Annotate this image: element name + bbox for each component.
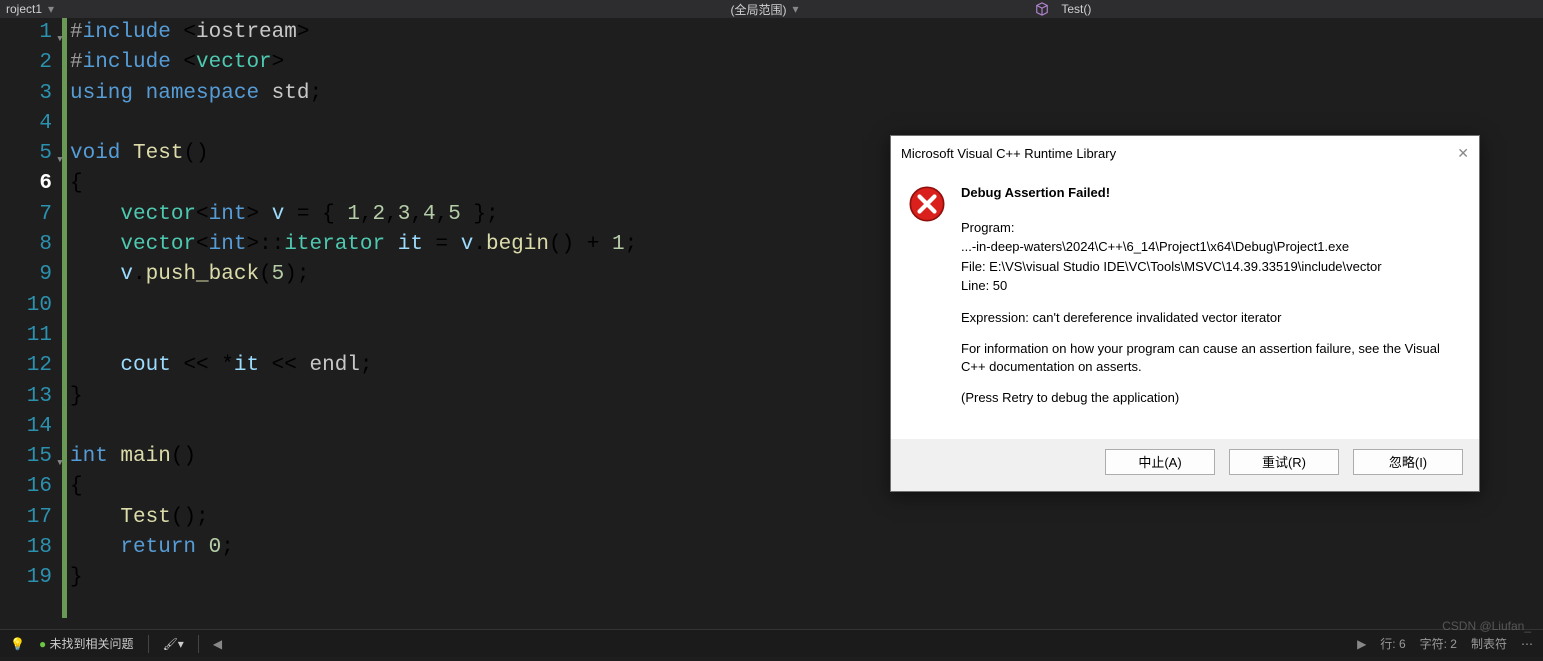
close-icon[interactable]: ✕ [1457,145,1469,162]
chevron-down-icon[interactable]: ▾ [48,2,54,16]
line-number: 2 [0,48,52,78]
indent-mode[interactable]: 制表符 [1471,635,1507,652]
line-number: 5 [0,139,52,169]
error-icon [907,184,947,224]
fold-icon[interactable]: ▾ [56,145,64,175]
dialog-button-row: 中止(A) 重试(R) 忽略(I) [891,439,1479,491]
scroll-right-icon[interactable]: ▶ [1357,637,1366,651]
code-line[interactable]: #include <vector> [70,48,1543,78]
line-number: 14 [0,412,52,442]
fold-icon[interactable]: ▾ [56,24,64,54]
line-number: 9 [0,260,52,290]
issues-status[interactable]: 未找到相关问题 [50,637,134,651]
status-bar: 💡 ● 未找到相关问题 🖌▾ ◀ ▶ 行: 6 字符: 2 制表符 ⋯ [0,629,1543,657]
dialog-body-text: Debug Assertion Failed! Program: ...-in-… [961,184,1463,421]
line-number: 15 [0,442,52,472]
separator [198,635,199,653]
code-line[interactable]: Test(); [70,503,1543,533]
line-number: 11 [0,321,52,351]
line-number: 8 [0,230,52,260]
project-dropdown[interactable]: roject1 [6,2,42,16]
line-number: 16 [0,472,52,502]
fold-icon[interactable]: ▾ [56,448,64,478]
code-line[interactable]: using namespace std; [70,79,1543,109]
line-number: 10 [0,291,52,321]
scope-dropdown[interactable]: (全局范围) [730,1,786,18]
code-line[interactable]: return 0; [70,533,1543,563]
check-icon: ● [39,637,46,651]
chevron-down-icon[interactable]: ▾ [792,2,798,16]
scroll-left-icon[interactable]: ◀ [213,637,222,651]
line-number: 1 [0,18,52,48]
brush-icon[interactable]: 🖌▾ [163,637,184,651]
more-icon[interactable]: ⋯ [1521,637,1533,651]
code-line[interactable]: #include <iostream>▾ [70,18,1543,48]
runtime-error-dialog: Microsoft Visual C++ Runtime Library ✕ D… [890,135,1480,492]
line-number-gutter: 12345678910111213141516171819 [0,18,62,618]
retry-button[interactable]: 重试(R) [1229,449,1339,475]
line-number: 7 [0,200,52,230]
dialog-title-text: Microsoft Visual C++ Runtime Library [901,146,1116,161]
scope-bar: roject1 ▾ (全局范围) ▾ Test() [0,0,1543,18]
line-number: 4 [0,109,52,139]
line-number: 18 [0,533,52,563]
line-number: 6 [0,169,52,199]
line-number: 12 [0,351,52,381]
lightbulb-icon[interactable]: 💡 [10,637,25,651]
symbol-dropdown[interactable]: Test() [1061,2,1091,16]
cursor-col: 字符: 2 [1420,635,1457,652]
line-number: 17 [0,503,52,533]
separator [148,635,149,653]
watermark: CSDN @Liufan_ [1442,619,1531,633]
change-indicator [62,18,70,618]
ignore-button[interactable]: 忽略(I) [1353,449,1463,475]
method-icon [1035,2,1049,16]
line-number: 19 [0,563,52,593]
cursor-line: 行: 6 [1380,635,1405,652]
dialog-titlebar[interactable]: Microsoft Visual C++ Runtime Library ✕ [891,136,1479,170]
line-number: 3 [0,79,52,109]
line-number: 13 [0,382,52,412]
code-line[interactable]: } [70,563,1543,593]
abort-button[interactable]: 中止(A) [1105,449,1215,475]
